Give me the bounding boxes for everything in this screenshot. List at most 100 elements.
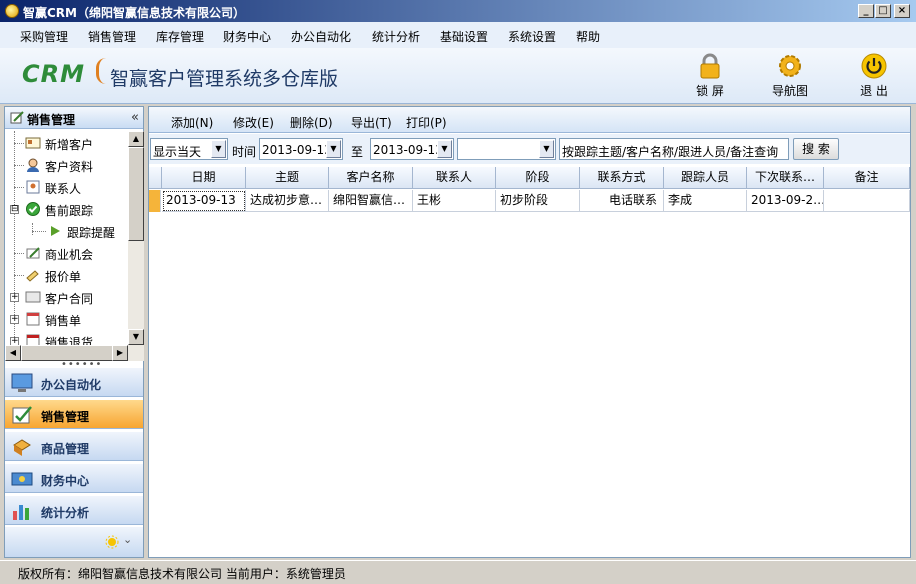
export-button[interactable]: 导出(T) xyxy=(351,114,392,131)
scroll-left-icon[interactable]: ◀ xyxy=(5,345,21,361)
tree-item-label: 售前跟踪 xyxy=(45,204,94,218)
system-title: 智赢客户管理系统多仓库版 xyxy=(110,68,339,90)
quote-icon xyxy=(26,270,39,282)
scroll-right-icon[interactable]: ▶ xyxy=(112,345,128,361)
end-date-picker[interactable]: 2013-09-13 ▼ xyxy=(370,138,454,160)
nav-product-management[interactable]: 商品管理 xyxy=(5,431,143,461)
check-circle-icon xyxy=(26,202,40,216)
sidebar-footer: ⌄ xyxy=(5,527,143,557)
column-header[interactable]: 联系方式 xyxy=(580,167,664,189)
column-header[interactable]: 阶段 xyxy=(496,167,580,189)
menu-statistics[interactable]: 统计分析 xyxy=(372,28,420,45)
navigation-map-label: 导航图 xyxy=(771,84,808,98)
tree-item-quotation[interactable]: 报价单 xyxy=(5,265,127,285)
menu-system-settings[interactable]: 系统设置 xyxy=(508,28,556,45)
nav-statistics[interactable]: 统计分析 xyxy=(5,495,143,525)
nav-label: 销售管理 xyxy=(41,410,90,424)
column-header[interactable]: 下次联系… xyxy=(747,167,824,189)
table-cell[interactable]: 李成 xyxy=(664,190,747,212)
bar-chart-icon xyxy=(13,505,29,520)
delete-button[interactable]: 删除(D) xyxy=(290,114,333,131)
scroll-up-icon[interactable]: ▲ xyxy=(128,131,144,147)
checklist-icon xyxy=(12,406,32,424)
tree-item-customer-profile[interactable]: 客户资料 xyxy=(5,155,127,175)
contract-icon xyxy=(25,291,41,303)
scroll-down-icon[interactable]: ▼ xyxy=(128,329,144,345)
navigation-map-button[interactable]: 导航图 xyxy=(760,52,820,102)
tree-item-contacts[interactable]: 联系人 xyxy=(5,177,127,197)
table-cell[interactable]: 初步阶段 xyxy=(496,190,580,212)
footer-chevron-icon[interactable]: ⌄ xyxy=(123,533,132,546)
menu-finance[interactable]: 财务中心 xyxy=(223,28,271,45)
search-button[interactable]: 搜 索 xyxy=(793,138,839,160)
collapse-sidebar-button[interactable]: « xyxy=(131,110,139,125)
lock-screen-button[interactable]: 锁 屏 xyxy=(680,52,740,102)
nav-label: 统计分析 xyxy=(41,506,90,520)
start-date-value: 2013-09-13 xyxy=(262,143,332,157)
column-header[interactable]: 备注 xyxy=(824,167,910,189)
tree-item-label: 跟踪提醒 xyxy=(67,226,116,240)
table-cell[interactable]: 绵阳智赢信… xyxy=(329,190,413,212)
tree-item-label: 销售单 xyxy=(45,314,82,328)
end-date-value: 2013-09-13 xyxy=(373,143,443,157)
menu-bar: 采购管理 销售管理 库存管理 财务中心 办公自动化 统计分析 基础设置 系统设置… xyxy=(0,22,916,48)
menu-inventory[interactable]: 库存管理 xyxy=(156,28,204,45)
tree-item-presales-tracking[interactable]: ⊟ 售前跟踪 xyxy=(5,199,127,219)
tree-item-business-opportunity[interactable]: 商业机会 xyxy=(5,243,127,263)
menu-sales[interactable]: 销售管理 xyxy=(88,28,136,45)
date-range-select[interactable]: 显示当天 ▼ xyxy=(150,138,228,160)
chevron-down-icon[interactable]: ▼ xyxy=(539,140,554,158)
column-header[interactable]: 联系人 xyxy=(413,167,496,189)
maximize-button[interactable]: □ xyxy=(875,4,891,18)
column-header[interactable]: 跟踪人员 xyxy=(664,167,747,189)
app-icon xyxy=(5,4,19,18)
minimize-button[interactable]: _ xyxy=(858,4,874,18)
sun-config-icon[interactable] xyxy=(105,535,119,549)
opportunity-icon xyxy=(26,247,40,259)
table-cell[interactable] xyxy=(824,190,910,212)
tree-item-new-customer[interactable]: 新增客户 xyxy=(5,133,127,153)
search-input[interactable]: 按跟踪主题/客户名称/跟进人员/备注查询 xyxy=(559,138,789,160)
table-cell[interactable]: 2013-09-13 xyxy=(162,190,246,212)
table-cell[interactable]: 2013-09-2… xyxy=(747,190,824,212)
table-cell[interactable]: 电话联系 xyxy=(580,190,664,212)
menu-purchase[interactable]: 采购管理 xyxy=(20,28,68,45)
menu-basic-settings[interactable]: 基础设置 xyxy=(440,28,488,45)
nav-office-automation[interactable]: 办公自动化 xyxy=(5,367,143,397)
tree-item-customer-contract[interactable]: + 客户合同 xyxy=(5,287,127,307)
edit-button[interactable]: 修改(E) xyxy=(233,114,274,131)
filter-bar: 显示当天 ▼ 时间 2013-09-13 ▼ 至 2013-09-13 ▼ ▼ … xyxy=(149,134,910,164)
tree-item-label: 客户资料 xyxy=(45,160,94,174)
menu-office[interactable]: 办公自动化 xyxy=(291,28,351,45)
column-header[interactable]: 客户名称 xyxy=(329,167,413,189)
expand-node-icon[interactable]: + xyxy=(10,293,19,302)
scroll-thumb[interactable] xyxy=(128,147,144,241)
monitor-icon xyxy=(11,373,33,392)
column-header[interactable]: 日期 xyxy=(162,167,246,189)
column-header[interactable]: 主题 xyxy=(246,167,329,189)
start-date-picker[interactable]: 2013-09-13 ▼ xyxy=(259,138,343,160)
expand-node-icon[interactable]: + xyxy=(10,315,19,324)
table-cell[interactable]: 达成初步意… xyxy=(246,190,329,212)
tree-item-sales-order[interactable]: + 销售单 xyxy=(5,309,127,329)
nav-finance-center[interactable]: 财务中心 xyxy=(5,463,143,493)
nav-sales-management[interactable]: 销售管理 xyxy=(5,399,143,429)
tree-item-label: 联系人 xyxy=(45,182,82,196)
table-cell[interactable]: 王彬 xyxy=(413,190,496,212)
tree-item-tracking-reminder[interactable]: 跟踪提醒 xyxy=(5,221,127,241)
chevron-down-icon[interactable]: ▼ xyxy=(211,140,226,158)
menu-help[interactable]: 帮助 xyxy=(576,28,600,45)
collapse-node-icon[interactable]: ⊟ xyxy=(10,205,19,214)
tree-vertical-scrollbar[interactable]: ▲ ▼ xyxy=(128,131,144,346)
close-button[interactable]: × xyxy=(894,4,910,18)
chevron-down-icon[interactable]: ▼ xyxy=(326,140,341,158)
print-button[interactable]: 打印(P) xyxy=(406,114,447,131)
nav-label: 财务中心 xyxy=(41,474,90,488)
exit-button[interactable]: 退 出 xyxy=(844,52,904,102)
table-corner xyxy=(149,167,162,189)
row-selector-marker[interactable] xyxy=(149,190,161,212)
chevron-down-icon[interactable]: ▼ xyxy=(437,140,452,158)
stage-select[interactable]: ▼ xyxy=(457,138,556,160)
add-button[interactable]: 添加(N) xyxy=(171,114,213,131)
sidebar-title: 销售管理 xyxy=(27,113,76,127)
